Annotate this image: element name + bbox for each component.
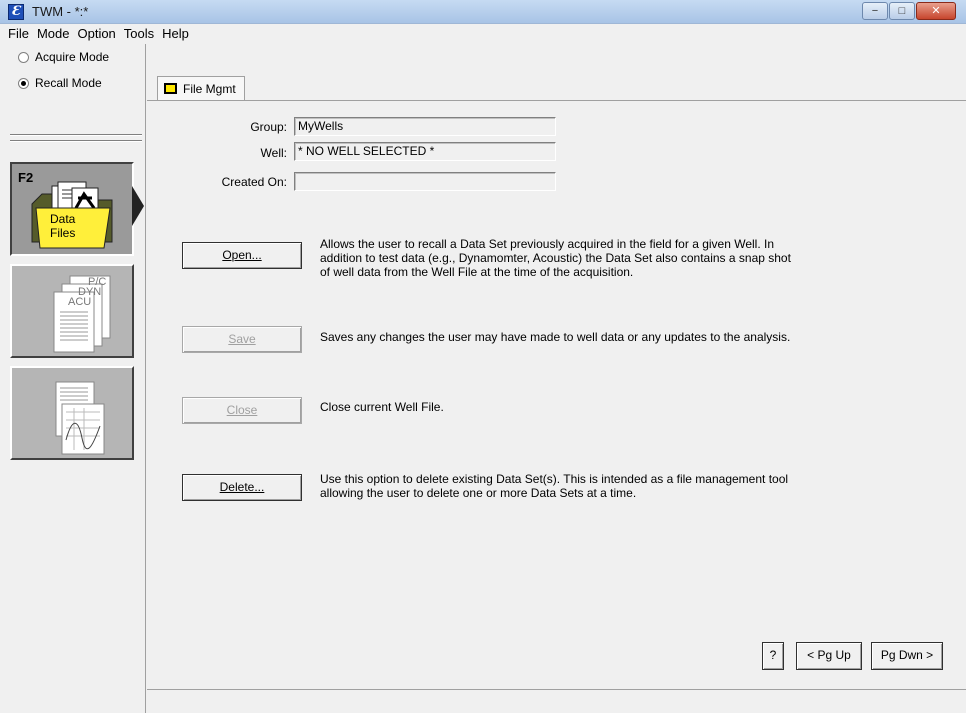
- status-divider: [147, 689, 966, 690]
- app-icon: Ɛ: [8, 4, 24, 20]
- page-down-button[interactable]: Pg Dwn >: [871, 642, 943, 670]
- tab-label: File Mgmt: [183, 81, 236, 96]
- recall-mode-label: Recall Mode: [35, 76, 102, 90]
- acquire-mode-radio[interactable]: Acquire Mode: [18, 50, 109, 64]
- created-on-label: Created On:: [221, 175, 287, 189]
- data-files-label-line1: Data: [50, 212, 76, 226]
- group-field: MyWells: [294, 117, 556, 136]
- title-bar: Ɛ TWM - *:* − □ ✕: [0, 0, 966, 24]
- created-on-field: [294, 172, 556, 191]
- menu-bar: File Mode Option Tools Help: [0, 24, 966, 43]
- menu-file[interactable]: File: [4, 26, 33, 41]
- open-button-label: Open...: [222, 248, 262, 262]
- help-button[interactable]: ?: [762, 642, 784, 670]
- reports-button[interactable]: P/C DYN ACU: [10, 264, 134, 358]
- minimize-button[interactable]: −: [862, 2, 888, 20]
- menu-tools[interactable]: Tools: [120, 26, 158, 41]
- reports-icon: [53, 275, 111, 353]
- close-button-label: Close: [226, 403, 258, 417]
- tab-file-mgmt[interactable]: File Mgmt: [157, 76, 245, 100]
- menu-option[interactable]: Option: [73, 26, 119, 41]
- well-label: Well:: [260, 146, 287, 160]
- open-description: Allows the user to recall a Data Set pre…: [320, 237, 791, 279]
- page-up-button[interactable]: < Pg Up: [796, 642, 862, 670]
- recall-mode-radio[interactable]: Recall Mode: [18, 76, 102, 90]
- close-button[interactable]: Close: [182, 397, 302, 424]
- delete-description: Use this option to delete existing Data …: [320, 472, 789, 500]
- maximize-button[interactable]: □: [889, 2, 915, 20]
- plots-button[interactable]: [10, 366, 134, 460]
- menu-mode[interactable]: Mode: [33, 26, 74, 41]
- acquire-mode-label: Acquire Mode: [35, 50, 110, 64]
- group-label: Group:: [250, 120, 287, 134]
- divider: [10, 140, 142, 142]
- save-button-label: Save: [228, 332, 256, 346]
- data-files-button[interactable]: F2 Data Files: [10, 162, 134, 256]
- window-title: TWM - *:*: [32, 4, 89, 19]
- delete-button[interactable]: Delete...: [182, 474, 302, 501]
- close-window-button[interactable]: ✕: [916, 2, 956, 20]
- open-button[interactable]: Open...: [182, 242, 302, 269]
- active-indicator-arrow-icon: [132, 186, 144, 226]
- file-mgmt-tab-icon: [164, 83, 177, 94]
- save-button[interactable]: Save: [182, 326, 302, 353]
- close-description: Close current Well File.: [320, 400, 444, 414]
- data-files-label-line2: Files: [50, 226, 76, 240]
- divider: [10, 134, 142, 136]
- report-label-acu: ACU: [68, 296, 92, 308]
- plot-documents-icon: [55, 381, 105, 455]
- menu-help[interactable]: Help: [158, 26, 193, 41]
- radio-checked-icon: [18, 77, 29, 89]
- window-controls: − □ ✕: [862, 2, 956, 20]
- radio-unchecked-icon: [18, 51, 29, 63]
- data-files-icon: [31, 181, 113, 249]
- well-field: * NO WELL SELECTED *: [294, 142, 556, 161]
- main-content: File Mgmt Group: MyWells Well: * NO WELL…: [147, 44, 966, 713]
- save-description: Saves any changes the user may have made…: [320, 330, 791, 344]
- delete-button-label: Delete...: [219, 480, 265, 494]
- tab-underline: [147, 100, 966, 101]
- mode-sidebar: Acquire Mode Recall Mode F2 Data Files P…: [8, 44, 146, 713]
